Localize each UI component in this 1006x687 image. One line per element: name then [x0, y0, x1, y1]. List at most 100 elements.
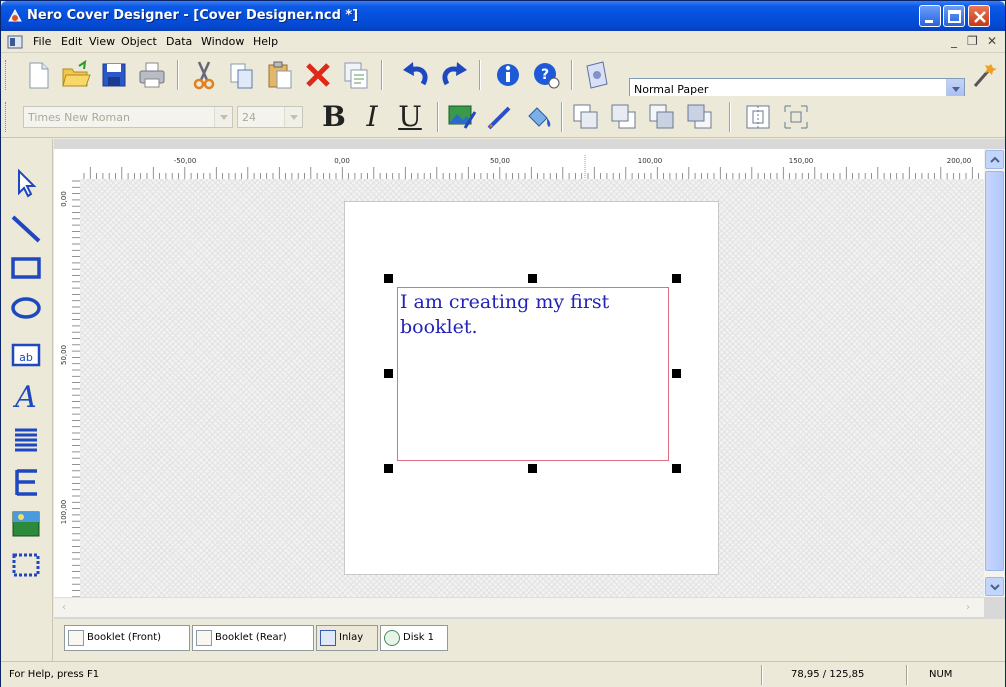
- mdi-minimize-button[interactable]: _: [951, 34, 957, 48]
- align-center-icon: [746, 105, 770, 129]
- menu-window[interactable]: Window: [201, 35, 244, 48]
- scroll-left-button[interactable]: ‹: [62, 602, 72, 614]
- vertical-scroll-thumb[interactable]: [985, 171, 1004, 571]
- selected-text-box[interactable]: I am creating my first booklet.: [397, 287, 669, 461]
- send-backward-button[interactable]: [683, 100, 717, 134]
- paint-bucket-icon: [528, 107, 551, 127]
- resize-handle-left[interactable]: [384, 369, 393, 378]
- copy-icon: [230, 63, 253, 89]
- delete-x-icon: [306, 63, 330, 87]
- toolbar-grip[interactable]: [5, 60, 8, 90]
- list-tool[interactable]: [9, 423, 45, 459]
- bold-button[interactable]: B: [319, 100, 349, 133]
- printer-icon: [139, 62, 165, 88]
- resize-handle-right[interactable]: [672, 369, 681, 378]
- undo-button[interactable]: [399, 58, 433, 92]
- image-properties-button[interactable]: [445, 100, 479, 134]
- center-vertical-button[interactable]: [779, 100, 813, 134]
- bring-to-front-button[interactable]: [569, 100, 603, 134]
- artistic-text-tool[interactable]: A: [9, 377, 45, 415]
- horizontal-scrollbar[interactable]: ‹ ›: [54, 597, 984, 617]
- svg-text:?: ?: [541, 67, 549, 83]
- scroll-up-button[interactable]: [985, 150, 1004, 169]
- underline-button[interactable]: U: [395, 100, 425, 133]
- image-tool[interactable]: [9, 507, 45, 543]
- menu-help[interactable]: Help: [253, 35, 278, 48]
- title-bar[interactable]: Nero Cover Designer - [Cover Designer.nc…: [1, 1, 1005, 31]
- resize-handle-bottom[interactable]: [528, 464, 537, 473]
- center-horizontal-button[interactable]: [741, 100, 775, 134]
- scroll-right-button[interactable]: ›: [966, 602, 976, 614]
- pointer-arrow-icon: [18, 168, 37, 198]
- fill-color-button[interactable]: [521, 100, 555, 134]
- tab-label: Disk 1: [403, 632, 435, 643]
- duplicate-button[interactable]: [339, 58, 373, 92]
- undo-icon: [403, 62, 428, 86]
- menu-edit[interactable]: Edit: [61, 35, 82, 48]
- align-middle-icon: [784, 105, 808, 129]
- help-button[interactable]: ?: [529, 58, 563, 92]
- menu-object[interactable]: Object: [121, 35, 157, 48]
- frame-tool[interactable]: [9, 547, 45, 583]
- scroll-down-button[interactable]: [985, 577, 1004, 596]
- about-button[interactable]: [491, 58, 525, 92]
- paper-settings-button[interactable]: [579, 58, 613, 92]
- canvas-area[interactable]: I am creating my first booklet.: [80, 179, 984, 597]
- italic-button[interactable]: I: [357, 100, 387, 133]
- tree-list-tool[interactable]: [9, 465, 45, 501]
- paste-button[interactable]: [263, 58, 297, 92]
- close-button[interactable]: [968, 5, 990, 27]
- tab-booklet-front[interactable]: Booklet (Front): [64, 625, 190, 651]
- delete-button[interactable]: [301, 58, 335, 92]
- select-tool[interactable]: [9, 165, 45, 201]
- mdi-restore-button[interactable]: ❐: [967, 34, 978, 48]
- chevron-down-icon[interactable]: [284, 107, 302, 127]
- tab-label: Booklet (Front): [87, 632, 162, 643]
- resize-handle-top-right[interactable]: [672, 274, 681, 283]
- copy-button[interactable]: [225, 58, 259, 92]
- menu-data[interactable]: Data: [166, 35, 192, 48]
- h-ruler-label: 150,00: [789, 157, 814, 165]
- resize-handle-top[interactable]: [528, 274, 537, 283]
- text-field-tool[interactable]: ab: [9, 337, 45, 373]
- paste-icon: [268, 61, 292, 89]
- ellipse-tool[interactable]: [9, 291, 45, 327]
- duplicate-icon: [344, 62, 368, 89]
- font-size-select[interactable]: 24: [237, 106, 303, 128]
- menu-view[interactable]: View: [89, 35, 115, 48]
- paper-settings-icon: [586, 61, 608, 89]
- bring-forward-button[interactable]: [645, 100, 679, 134]
- new-button[interactable]: [21, 58, 55, 92]
- font-select[interactable]: Times New Roman: [23, 106, 233, 128]
- cursor-coordinates: 78,95 / 125,85: [791, 669, 865, 680]
- line-color-button[interactable]: [483, 100, 517, 134]
- tab-booklet-rear[interactable]: Booklet (Rear): [192, 625, 314, 651]
- vertical-scrollbar[interactable]: [984, 149, 1005, 597]
- cut-button[interactable]: [187, 58, 221, 92]
- open-button[interactable]: [59, 58, 93, 92]
- maximize-button[interactable]: [943, 5, 965, 27]
- toolbar-grip[interactable]: [5, 102, 8, 132]
- wizard-button[interactable]: [967, 58, 1001, 92]
- menu-bar: File Edit View Object Data Window Help _…: [1, 31, 1005, 53]
- print-button[interactable]: [135, 58, 169, 92]
- text-box-content[interactable]: I am creating my first booklet.: [400, 290, 660, 340]
- resize-handle-top-left[interactable]: [384, 274, 393, 283]
- line-tool[interactable]: [9, 211, 45, 247]
- resize-handle-bottom-left[interactable]: [384, 464, 393, 473]
- send-to-back-button[interactable]: [607, 100, 641, 134]
- rectangle-tool[interactable]: [9, 251, 45, 287]
- minimize-button[interactable]: [919, 5, 941, 27]
- chevron-down-icon[interactable]: [214, 107, 232, 127]
- nero-app-icon: [8, 8, 22, 22]
- tab-inlay[interactable]: Inlay: [316, 625, 378, 651]
- resize-handle-bottom-right[interactable]: [672, 464, 681, 473]
- save-button[interactable]: [97, 58, 131, 92]
- window-title: Nero Cover Designer - [Cover Designer.nc…: [27, 8, 359, 23]
- document-icon[interactable]: [7, 35, 23, 49]
- svg-text:ab: ab: [19, 351, 33, 364]
- tab-disk-1[interactable]: Disk 1: [380, 625, 448, 651]
- redo-button[interactable]: [437, 58, 471, 92]
- menu-file[interactable]: File: [33, 35, 51, 48]
- mdi-close-button[interactable]: ✕: [987, 34, 997, 48]
